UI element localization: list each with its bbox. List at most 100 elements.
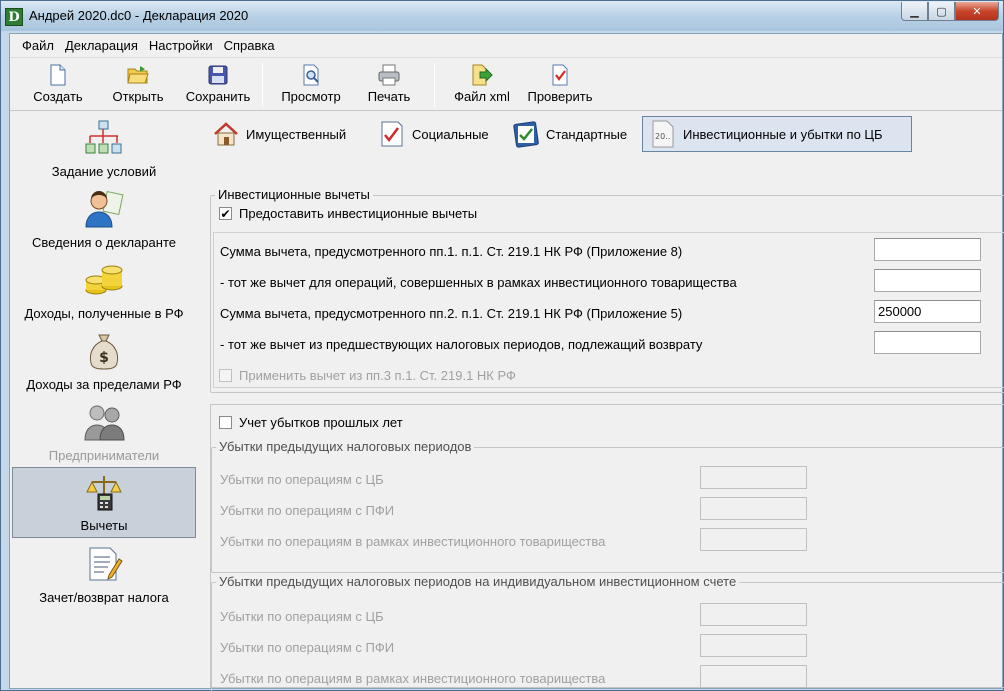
close-button[interactable]: ✕ bbox=[955, 2, 999, 21]
sidebar-item-label: Сведения о декларанте bbox=[32, 235, 176, 250]
check-button[interactable]: Проверить bbox=[522, 63, 598, 109]
sidebar-item-label: Доходы за пределами РФ bbox=[26, 377, 182, 392]
menu-bar: Файл Декларация Настройки Справка bbox=[10, 34, 1002, 58]
conditions-tree-icon bbox=[82, 118, 126, 158]
money-bag-icon: $ bbox=[82, 331, 126, 371]
deduction-pp2-field[interactable] bbox=[874, 300, 981, 323]
loss-label: Убытки по операциям с ПФИ bbox=[220, 503, 395, 518]
deduction-tabs: Имущественный Социальные Стандартные 20.… bbox=[206, 116, 914, 152]
loss-derivatives-field[interactable] bbox=[700, 497, 807, 520]
deduction-pp1-field[interactable] bbox=[874, 238, 981, 261]
losses-section: Учет убытков прошлых лет Убытки предыдущ… bbox=[210, 404, 1004, 691]
loss-label: Убытки по операциям с ЦБ bbox=[220, 609, 384, 624]
loss-label: Убытки по операциям в рамках инвестицион… bbox=[220, 671, 606, 686]
open-button[interactable]: Открыть bbox=[108, 63, 168, 109]
sidebar-item-income-rf[interactable]: Доходы, полученные в РФ bbox=[12, 254, 196, 325]
deduction-label: - тот же вычет из предшествующих налогов… bbox=[220, 337, 703, 352]
checkbox-unchecked-icon bbox=[219, 416, 232, 429]
checkbox-checked-icon: ✔ bbox=[219, 206, 232, 221]
minimize-button[interactable]: ▁ bbox=[901, 2, 928, 21]
toolbar: Создать Открыть Сохранить Просмотр Печат… bbox=[10, 59, 1002, 111]
save-button[interactable]: Сохранить bbox=[182, 63, 254, 109]
prior-losses-group-title: Убытки предыдущих налоговых периодов bbox=[216, 439, 475, 454]
create-button[interactable]: Создать bbox=[28, 63, 88, 109]
menu-settings[interactable]: Настройки bbox=[149, 38, 213, 53]
loss-securities-field[interactable] bbox=[700, 466, 807, 489]
check-document-icon bbox=[548, 63, 572, 87]
deduction-partnership-field[interactable] bbox=[874, 269, 981, 292]
document-pen-icon bbox=[82, 544, 126, 584]
preview-icon bbox=[299, 63, 323, 87]
print-button[interactable]: Печать bbox=[362, 63, 416, 109]
tab-label: Имущественный bbox=[246, 126, 347, 142]
person-icon bbox=[82, 189, 126, 229]
investment-deductions-group: Инвестиционные вычеты ✔ Предоставить инв… bbox=[210, 187, 1004, 393]
loss-label: Убытки по операциям с ПФИ bbox=[220, 640, 395, 655]
iis-losses-group-title: Убытки предыдущих налоговых периодов на … bbox=[216, 574, 740, 589]
iis-loss-securities-field[interactable] bbox=[700, 603, 807, 626]
document-20-icon: 20.. bbox=[649, 120, 677, 148]
house-icon bbox=[212, 120, 240, 148]
sidebar-item-label: Вычеты bbox=[80, 518, 128, 533]
iis-loss-partnership-field[interactable] bbox=[700, 665, 807, 688]
sidebar: Задание условий Сведения о декларанте До… bbox=[10, 112, 198, 688]
tab-investment[interactable]: 20.. Инвестиционные и убытки по ЦБ bbox=[642, 116, 912, 152]
menu-file[interactable]: Файл bbox=[22, 38, 54, 53]
app-logo-icon: D bbox=[5, 8, 23, 26]
check-label: Проверить bbox=[527, 89, 593, 104]
loss-label: Убытки по операциям в рамках инвестицион… bbox=[220, 534, 606, 549]
businessmen-icon bbox=[82, 402, 126, 442]
sidebar-item-conditions[interactable]: Задание условий bbox=[12, 112, 196, 183]
toolbar-separator bbox=[434, 63, 435, 107]
preview-button[interactable]: Просмотр bbox=[276, 63, 346, 109]
sidebar-item-deductions[interactable]: Вычеты bbox=[12, 467, 196, 538]
checkbox-label: Предоставить инвестиционные вычеты bbox=[239, 206, 478, 221]
prior-losses-group: Убытки предыдущих налоговых периодов Убы… bbox=[211, 439, 1004, 573]
prior-losses-checkbox[interactable]: Учет убытков прошлых лет bbox=[219, 415, 403, 430]
tab-label: Социальные bbox=[412, 126, 489, 142]
sidebar-item-tax-refund[interactable]: Зачет/возврат налога bbox=[12, 538, 196, 609]
tab-property[interactable]: Имущественный bbox=[206, 116, 370, 152]
checklist-icon bbox=[378, 120, 406, 148]
scales-calculator-icon bbox=[82, 472, 126, 512]
tab-label: Стандартные bbox=[546, 126, 628, 142]
menu-help[interactable]: Справка bbox=[224, 38, 275, 53]
open-label: Открыть bbox=[112, 89, 164, 104]
coins-icon bbox=[82, 260, 126, 300]
tab-social[interactable]: Социальные bbox=[372, 116, 504, 152]
checkbox-unchecked-icon bbox=[219, 369, 232, 382]
open-folder-icon bbox=[126, 63, 150, 87]
create-label: Создать bbox=[33, 89, 83, 104]
tab-standard[interactable]: Стандартные bbox=[506, 116, 640, 152]
provide-investment-checkbox[interactable]: ✔ Предоставить инвестиционные вычеты bbox=[219, 206, 477, 221]
iis-losses-group: Убытки предыдущих налоговых периодов на … bbox=[211, 574, 1004, 691]
save-label: Сохранить bbox=[185, 89, 251, 104]
deductions-panel: Имущественный Социальные Стандартные 20.… bbox=[200, 112, 1004, 691]
loss-partnership-field[interactable] bbox=[700, 528, 807, 551]
checkbox-label: Применить вычет из пп.3 п.1. Ст. 219.1 Н… bbox=[239, 368, 516, 383]
menu-declaration[interactable]: Декларация bbox=[65, 38, 138, 53]
title-bar[interactable]: D Андрей 2020.dc0 - Декларация 2020 ▁ ▢ … bbox=[1, 1, 1003, 31]
preview-label: Просмотр bbox=[281, 89, 341, 104]
app-window: D Андрей 2020.dc0 - Декларация 2020 ▁ ▢ … bbox=[0, 0, 1004, 691]
xml-file-button[interactable]: Файл xml bbox=[450, 63, 514, 109]
svg-text:$: $ bbox=[99, 350, 109, 366]
loss-label: Убытки по операциям с ЦБ bbox=[220, 472, 384, 487]
deduction-label: Сумма вычета, предусмотренного пп.1. п.1… bbox=[220, 244, 683, 259]
apply-pp3-checkbox[interactable]: Применить вычет из пп.3 п.1. Ст. 219.1 Н… bbox=[219, 368, 516, 383]
maximize-button[interactable]: ▢ bbox=[928, 2, 955, 21]
clipboard-check-icon bbox=[512, 120, 540, 148]
iis-loss-derivatives-field[interactable] bbox=[700, 634, 807, 657]
printer-icon bbox=[377, 63, 401, 87]
sidebar-item-label: Задание условий bbox=[51, 164, 157, 179]
sidebar-item-income-abroad[interactable]: $ Доходы за пределами РФ bbox=[12, 325, 196, 396]
window-title: Андрей 2020.dc0 - Декларация 2020 bbox=[29, 8, 249, 23]
window-controls: ▁ ▢ ✕ bbox=[901, 2, 999, 21]
document-20-icon-text: 20.. bbox=[655, 132, 670, 141]
sidebar-item-entrepreneurs[interactable]: Предприниматели bbox=[12, 396, 196, 467]
deduction-label: - тот же вычет для операций, совершенных… bbox=[220, 275, 737, 290]
sidebar-item-declarant[interactable]: Сведения о декларанте bbox=[12, 183, 196, 254]
save-disk-icon bbox=[206, 63, 230, 87]
deduction-previous-periods-field[interactable] bbox=[874, 331, 981, 354]
deduction-label: Сумма вычета, предусмотренного пп.2. п.1… bbox=[220, 306, 683, 321]
